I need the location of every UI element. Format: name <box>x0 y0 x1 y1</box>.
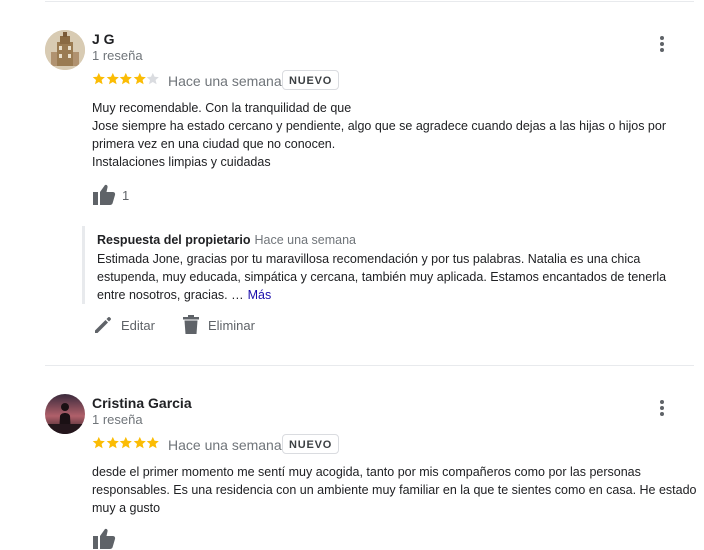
star-icon <box>147 436 160 449</box>
delete-button[interactable]: Eliminar <box>182 315 255 335</box>
like-button[interactable]: 1 <box>92 184 129 206</box>
star-icon <box>133 72 146 85</box>
reviewer-avatar[interactable] <box>45 30 85 70</box>
star-icon <box>133 436 146 449</box>
reviewer-name[interactable]: J G <box>92 31 115 47</box>
more-vert-icon <box>660 400 664 416</box>
new-badge: NUEVO <box>282 434 340 454</box>
star-icon <box>92 436 105 449</box>
more-options-button[interactable] <box>650 32 674 56</box>
owner-reply-text-block: Estimada Jone, gracias por tu maravillos… <box>97 250 692 304</box>
more-vert-icon <box>660 36 664 52</box>
star-icon <box>106 72 119 85</box>
review-text: desde el primer momento me sentí muy aco… <box>92 465 697 515</box>
pencil-icon <box>95 317 111 333</box>
star-icon <box>119 72 133 85</box>
thumb-up-icon <box>93 528 116 549</box>
trash-icon <box>183 315 199 334</box>
owner-reply: Respuesta del propietario Hace una semana… <box>82 226 692 304</box>
top-divider <box>45 1 694 2</box>
review-text: Muy recomendable. Con la tranquilidad de… <box>92 101 666 169</box>
new-badge: NUEVO <box>282 70 340 90</box>
review-time: Hace una semana <box>168 437 282 453</box>
reviewer-name[interactable]: Cristina Garcia <box>92 395 192 411</box>
star-icon <box>147 72 160 85</box>
star-icon <box>106 436 119 449</box>
owner-reply-text: Estimada Jone, gracias por tu maravillos… <box>97 252 667 302</box>
star-rating <box>92 72 160 86</box>
review-time: Hace una semana <box>168 73 282 89</box>
star-icon <box>119 436 133 449</box>
reviewer-avatar[interactable] <box>45 394 85 434</box>
owner-reply-time: Hace una semana <box>254 233 356 247</box>
like-count: 1 <box>122 187 130 203</box>
edit-button[interactable]: Editar <box>93 315 155 335</box>
owner-reply-title: Respuesta del propietario <box>97 233 251 247</box>
reviewer-review-count: 1 reseña <box>92 412 143 427</box>
star-rating <box>92 436 160 450</box>
edit-label: Editar <box>121 317 155 333</box>
delete-label: Eliminar <box>208 317 255 333</box>
thumb-up-icon <box>93 184 116 205</box>
review-divider <box>45 365 694 366</box>
more-options-button[interactable] <box>650 396 674 420</box>
more-link[interactable]: Más <box>248 288 272 302</box>
star-icon <box>92 72 105 85</box>
like-button[interactable] <box>92 528 116 550</box>
reviewer-review-count: 1 reseña <box>92 48 143 63</box>
